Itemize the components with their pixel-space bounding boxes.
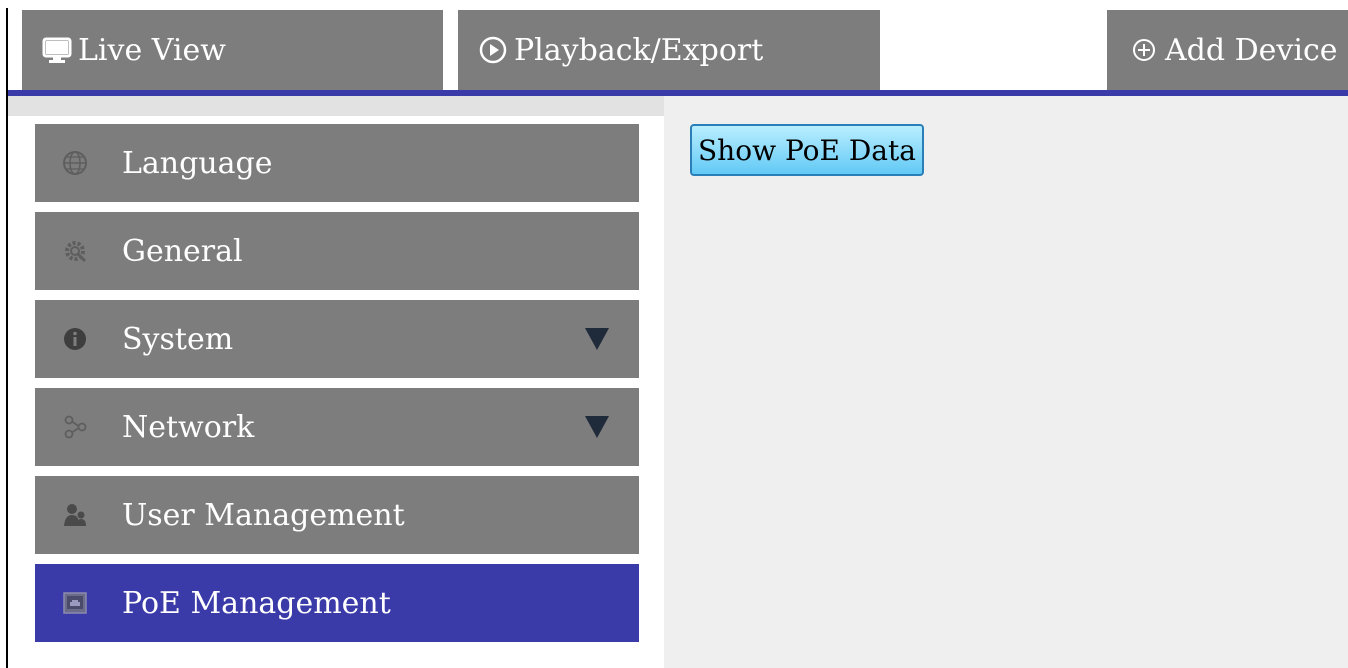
chevron-down-icon[interactable] bbox=[585, 416, 609, 438]
sidebar-item-label: Language bbox=[122, 145, 273, 181]
sidebar-item-label: General bbox=[122, 233, 243, 269]
sidebar-item-label: PoE Management bbox=[122, 585, 391, 621]
globe-icon bbox=[61, 149, 89, 177]
sidebar-item-user-management[interactable]: User Management bbox=[35, 476, 639, 554]
tab-add-device[interactable]: Add Device bbox=[1107, 10, 1348, 90]
info-icon bbox=[61, 325, 89, 353]
gear-icon bbox=[61, 237, 89, 265]
plus-circle-icon bbox=[1129, 35, 1159, 65]
sidebar-item-network[interactable]: Network bbox=[35, 388, 639, 466]
play-circle-icon bbox=[478, 35, 508, 65]
tab-playback-export[interactable]: Playback/Export bbox=[458, 10, 880, 90]
tab-playback-export-label: Playback/Export bbox=[514, 32, 764, 68]
tab-add-device-label: Add Device bbox=[1165, 32, 1338, 68]
sidebar-item-general[interactable]: General bbox=[35, 212, 639, 290]
poe-icon bbox=[61, 589, 89, 617]
sidebar-item-poe-management[interactable]: PoE Management bbox=[35, 564, 639, 642]
tab-live-view-label: Live View bbox=[78, 32, 226, 68]
sidebar-item-system[interactable]: System bbox=[35, 300, 639, 378]
main-content: Show PoE Data bbox=[664, 96, 1348, 668]
sidebar-header-strip bbox=[8, 96, 664, 116]
show-poe-data-button[interactable]: Show PoE Data bbox=[690, 124, 924, 176]
user-icon bbox=[61, 501, 89, 529]
sidebar-item-label: User Management bbox=[122, 497, 405, 533]
network-icon bbox=[61, 413, 89, 441]
tab-live-view[interactable]: Live View bbox=[22, 10, 443, 90]
sidebar-item-label: System bbox=[122, 321, 234, 357]
settings-sidebar: Language General System Network User Man… bbox=[8, 96, 664, 668]
chevron-down-icon[interactable] bbox=[585, 328, 609, 350]
sidebar-item-label: Network bbox=[122, 409, 255, 445]
sidebar-item-language[interactable]: Language bbox=[35, 124, 639, 202]
monitor-icon bbox=[42, 35, 72, 65]
